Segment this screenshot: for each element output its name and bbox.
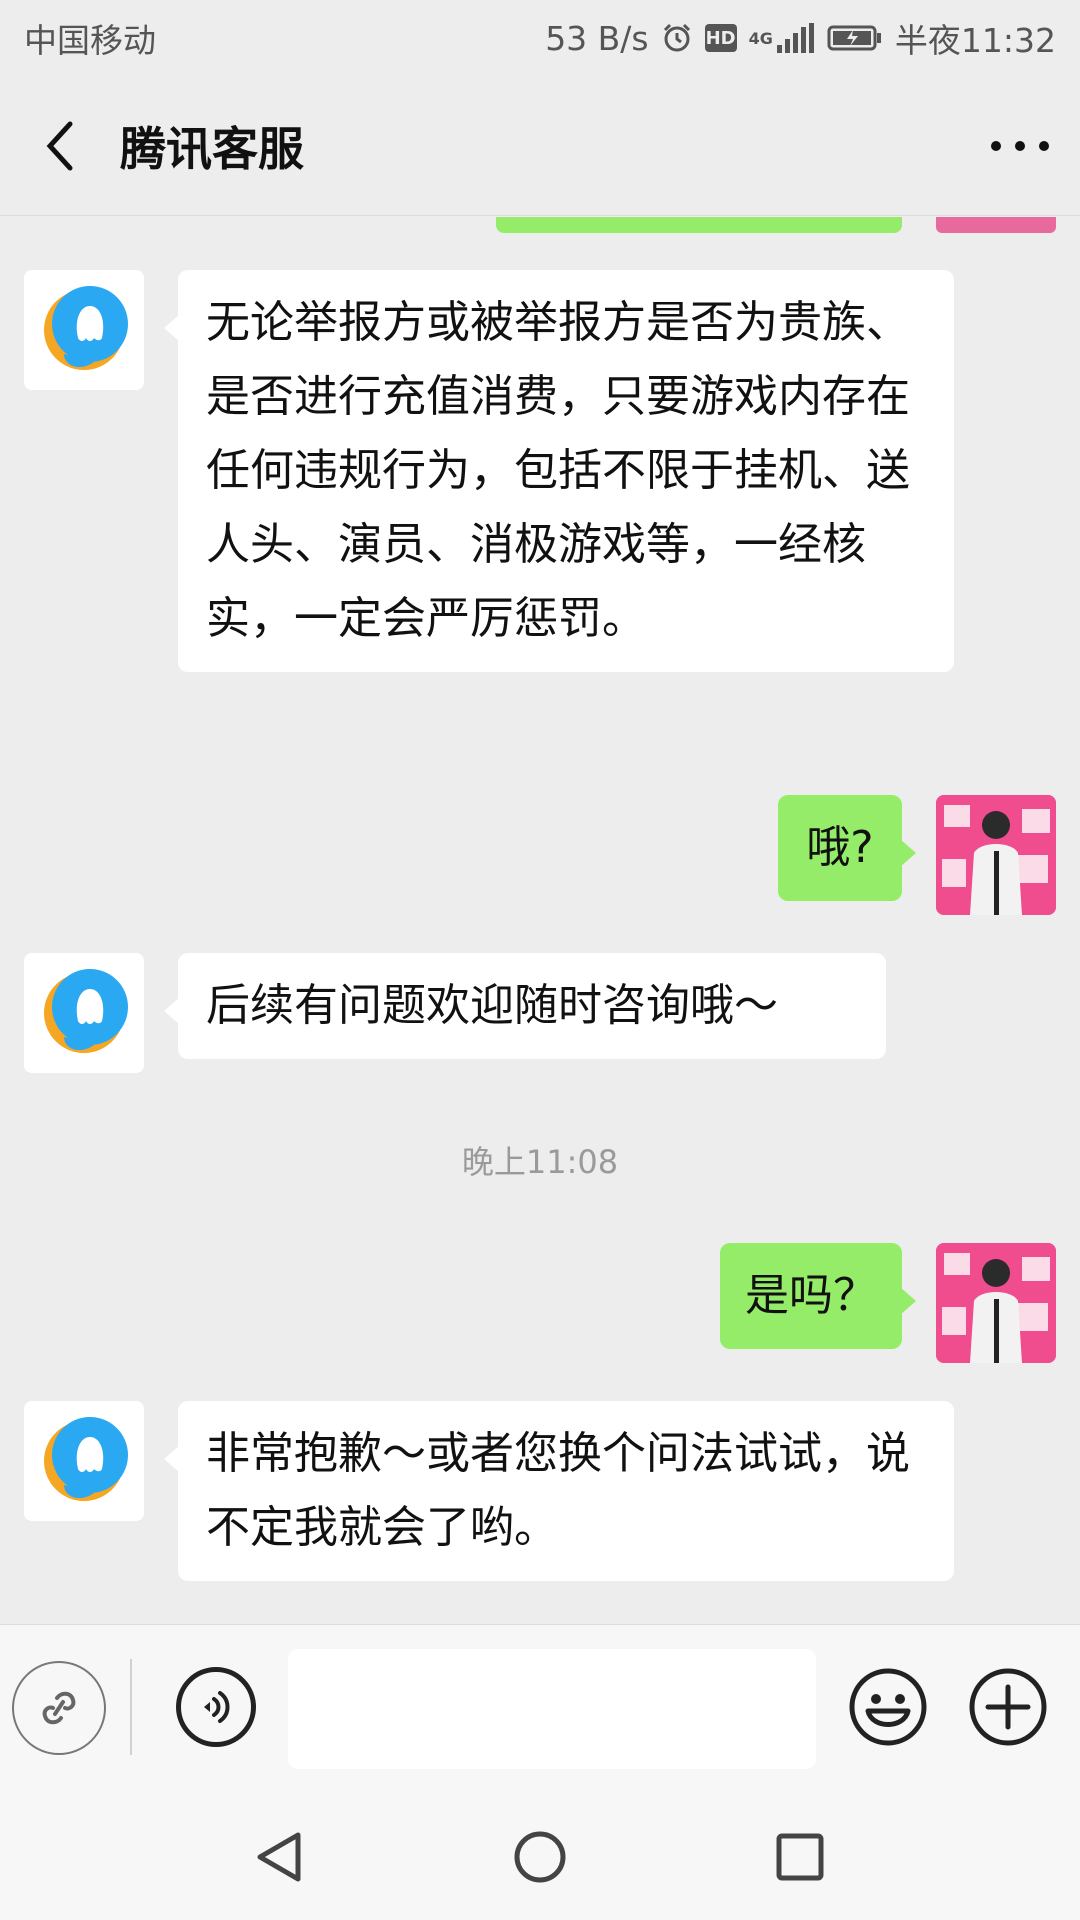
network-type: 4G	[748, 28, 773, 48]
emoji-icon	[849, 1668, 927, 1746]
alarm-icon	[661, 22, 693, 54]
square-recent-icon	[776, 1833, 824, 1881]
chat-header: 腾讯客服	[0, 76, 1080, 216]
nav-back-button[interactable]	[240, 1817, 320, 1897]
user-avatar-icon	[936, 1243, 1056, 1363]
qq-service-avatar-icon	[24, 953, 144, 1073]
more-dots-icon	[991, 140, 1049, 151]
avatar[interactable]	[936, 1243, 1056, 1363]
emoji-button[interactable]	[848, 1667, 928, 1747]
plus-icon	[969, 1668, 1047, 1746]
page-title: 腾讯客服	[120, 121, 304, 176]
message-bubble[interactable]: 是吗？	[720, 1243, 916, 1349]
voice-icon	[204, 1691, 230, 1723]
message-input[interactable]	[288, 1649, 816, 1769]
circle-home-icon	[514, 1831, 566, 1883]
input-bar	[0, 1624, 1080, 1794]
user-avatar-icon	[936, 795, 1056, 915]
more-button[interactable]	[960, 76, 1080, 216]
hd-badge: HD	[704, 24, 737, 52]
message-timestamp: 晚上11:08	[461, 1143, 619, 1181]
network-speed: 53 B/s	[545, 18, 649, 58]
back-button[interactable]	[0, 76, 120, 216]
chat-area[interactable]: 无论举报方或被举报方是否为贵族、是否进行充值消费，只要游戏内存在任何违规行为，包…	[0, 217, 1080, 1624]
system-nav-bar	[0, 1794, 1080, 1920]
previous-avatar-partial	[936, 217, 1056, 233]
nav-home-button[interactable]	[500, 1817, 580, 1897]
back-arrow-icon	[46, 121, 73, 170]
message-bubble[interactable]: 哦?	[778, 795, 916, 901]
plus-button[interactable]	[968, 1667, 1048, 1747]
previous-bubble-partial	[496, 217, 902, 233]
divider	[130, 1659, 132, 1755]
mini-program-button[interactable]	[12, 1661, 106, 1755]
avatar[interactable]	[24, 270, 144, 390]
clock: 半夜11:32	[894, 21, 1056, 60]
avatar[interactable]	[24, 953, 144, 1073]
status-indicators: 53 B/s HD 4G 半夜11:32	[545, 14, 1056, 62]
avatar[interactable]	[24, 1401, 144, 1521]
link-icon	[42, 1691, 76, 1725]
carrier-label: 中国移动	[24, 21, 156, 60]
message-bubble[interactable]: 无论举报方或被举报方是否为贵族、是否进行充值消费，只要游戏内存在任何违规行为，包…	[164, 270, 954, 672]
triangle-back-icon	[257, 1832, 301, 1882]
voice-button[interactable]	[176, 1667, 256, 1747]
qq-service-avatar-icon	[24, 270, 144, 390]
avatar[interactable]	[936, 795, 1056, 915]
signal-icon: 4G	[749, 23, 815, 53]
status-bar: 中国移动 53 B/s HD 4G 半夜11:32	[0, 0, 1080, 76]
message-bubble[interactable]: 非常抱歉～或者您换个问法试试，说不定我就会了哟。	[164, 1401, 954, 1581]
nav-recent-button[interactable]	[760, 1817, 840, 1897]
message-bubble[interactable]: 后续有问题欢迎随时咨询哦～	[164, 953, 886, 1059]
battery-icon	[827, 24, 883, 52]
qq-service-avatar-icon	[24, 1401, 144, 1521]
